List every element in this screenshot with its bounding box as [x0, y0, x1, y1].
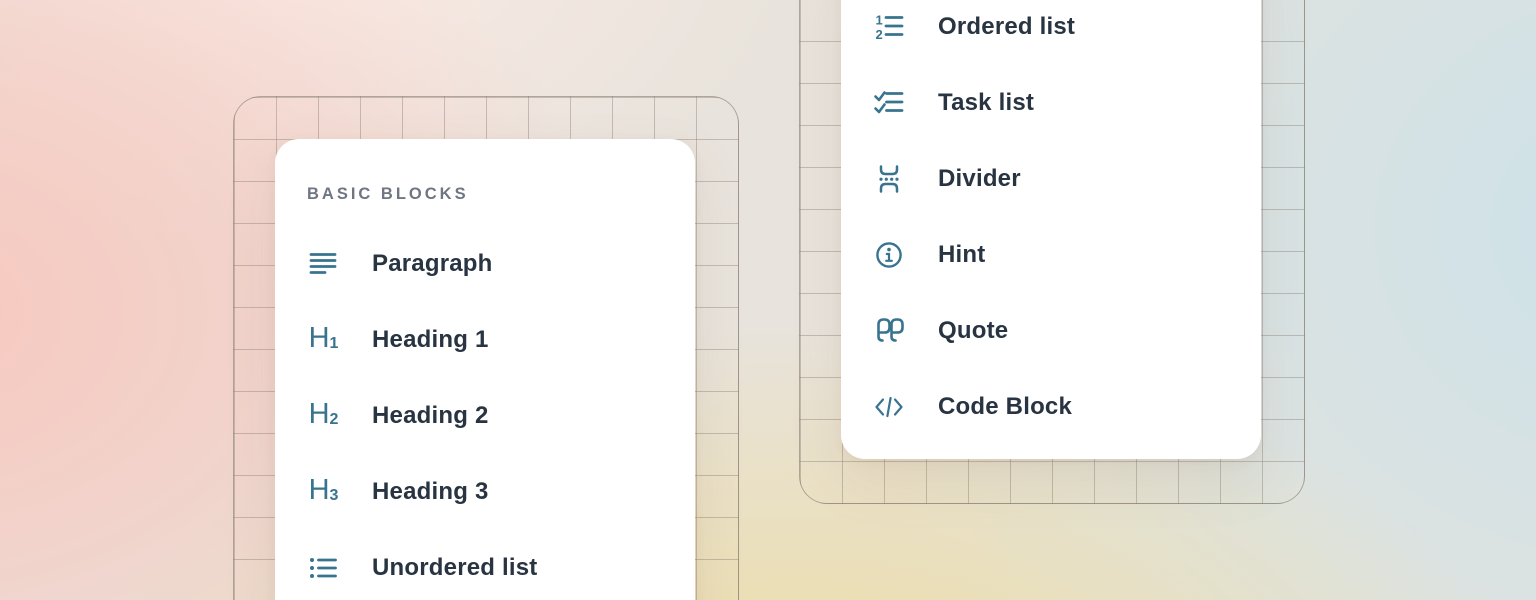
menu-item-unordered-list[interactable]: Unordered list [275, 530, 695, 600]
menu-item-paragraph[interactable]: Paragraph [275, 226, 695, 302]
paragraph-icon [307, 248, 339, 280]
menu-item-code-block[interactable]: Code Block [841, 369, 1261, 445]
menu-item-label: Task list [938, 89, 1034, 117]
blocks-list: 1 2 Ordered list [841, 0, 1261, 445]
ordered-list-icon: 1 2 [873, 11, 905, 43]
menu-item-label: Paragraph [372, 250, 493, 278]
menu-item-heading-2[interactable]: H2 Heading 2 [275, 378, 695, 454]
editor-blocks-illustration: BASIC BLOCKS Paragraph H1 Heading 1 [0, 0, 1536, 600]
menu-item-label: Hint [938, 241, 985, 269]
menu-item-label: Heading 2 [372, 402, 489, 430]
divider-icon [873, 163, 905, 195]
menu-item-label: Ordered list [938, 13, 1075, 41]
menu-item-label: Unordered list [372, 554, 538, 582]
menu-item-label: Heading 1 [372, 326, 489, 354]
menu-item-ordered-list[interactable]: 1 2 Ordered list [841, 0, 1261, 65]
menu-item-label: Code Block [938, 393, 1072, 421]
heading-2-icon: H2 [307, 400, 339, 432]
svg-text:2: 2 [876, 27, 883, 42]
quote-icon [873, 315, 905, 347]
hint-icon [873, 239, 905, 271]
menu-item-heading-3[interactable]: H3 Heading 3 [275, 454, 695, 530]
menu-item-quote[interactable]: Quote [841, 293, 1261, 369]
unordered-list-icon [307, 552, 339, 584]
menu-item-hint[interactable]: Hint [841, 217, 1261, 293]
blocks-menu-continued: 1 2 Ordered list [841, 0, 1261, 459]
heading-3-icon: H3 [307, 476, 339, 508]
basic-blocks-menu: BASIC BLOCKS Paragraph H1 Heading 1 [275, 139, 695, 600]
heading-1-icon: H1 [307, 324, 339, 356]
menu-item-label: Quote [938, 317, 1008, 345]
section-label: BASIC BLOCKS [307, 183, 695, 205]
menu-item-label: Heading 3 [372, 478, 489, 506]
basic-blocks-list: Paragraph H1 Heading 1 H2 Heading 2 H3 H… [275, 226, 695, 600]
menu-item-task-list[interactable]: Task list [841, 65, 1261, 141]
menu-item-divider[interactable]: Divider [841, 141, 1261, 217]
menu-item-heading-1[interactable]: H1 Heading 1 [275, 302, 695, 378]
menu-item-label: Divider [938, 165, 1021, 193]
task-list-icon [873, 87, 905, 119]
code-block-icon [873, 391, 905, 423]
svg-text:1: 1 [876, 13, 883, 28]
